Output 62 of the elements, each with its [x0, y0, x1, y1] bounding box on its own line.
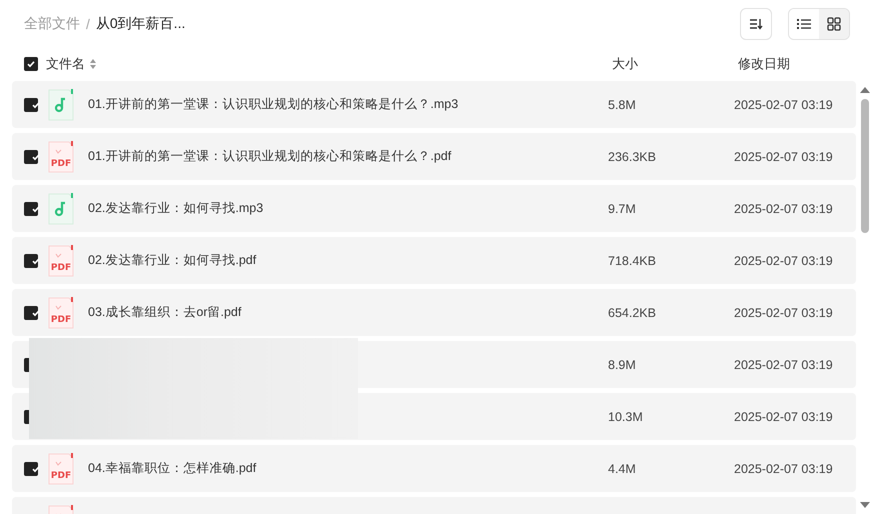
audio-file-icon [48, 88, 74, 120]
column-header: 文件名 [46, 55, 85, 73]
modified-date: 2025-02-07 03:19 [734, 306, 833, 320]
file-size: 8.9M [608, 358, 636, 372]
scroll-down-icon[interactable] [860, 502, 870, 508]
modified-date: 2025-02-07 03:19 [734, 462, 833, 476]
file-row[interactable]: 02.发达靠行业：如何寻找.mp3 9.7M 2025-02-07 03:19 [12, 185, 856, 232]
scrollbar-thumb[interactable] [861, 99, 869, 233]
modified-date: 2025-02-07 03:19 [734, 358, 833, 372]
grid-view-icon [827, 17, 841, 31]
grid-view-button[interactable] [819, 9, 849, 39]
check-icon [31, 256, 41, 266]
pdf-label: PDF [50, 262, 72, 272]
checkbox[interactable] [24, 202, 38, 216]
modified-date: 2025-02-07 03:19 [734, 150, 833, 164]
checkbox[interactable] [24, 462, 38, 476]
pdf-label: PDF [50, 314, 72, 324]
checkbox[interactable] [24, 57, 38, 71]
file-name: 01.开讲前的第一堂课：认识职业规划的核心和策略是什么？.mp3 [88, 96, 458, 113]
file-row[interactable]: PDF 04.幸福靠职位：怎样准确.pdf 4.4M 2025-02-07 03:19 [12, 445, 856, 492]
modified-date: 2025-02-07 03:19 [734, 202, 833, 216]
file-size: 9.7M [608, 202, 636, 216]
check-icon [31, 100, 41, 110]
sort-button[interactable] [740, 8, 772, 40]
file-name: 02.发达靠行业：如何寻找.pdf [88, 252, 256, 269]
file-name: 04.幸福靠职位：怎样准确.pdf [88, 460, 256, 477]
file-name: 01.开讲前的第一堂课：认识职业规划的核心和策略是什么？.pdf [88, 148, 452, 165]
file-name: 02.发达靠行业：如何寻找.mp3 [88, 200, 264, 217]
scroll-up-icon[interactable] [860, 87, 870, 93]
check-icon [26, 59, 36, 69]
file-name: 03.成长靠组织：去or留.pdf [88, 304, 242, 321]
modified-date: 2025-02-07 03:19 [734, 98, 833, 112]
file-size: 10.3M [608, 410, 643, 424]
column-header: 修改日期 [738, 55, 790, 73]
checkbox[interactable] [24, 98, 38, 112]
check-icon [31, 204, 41, 214]
file-size: 4.4M [608, 462, 636, 476]
pdf-label: PDF [50, 158, 72, 168]
pdf-label: PDF [50, 470, 72, 480]
list-view-icon [797, 18, 811, 30]
checkbox[interactable] [24, 306, 38, 320]
file-row[interactable]: 01.开讲前的第一堂课：认识职业规划的核心和策略是什么？.mp3 5.8M 2025-02-07 03:19 [12, 81, 856, 128]
sort-icon [749, 18, 763, 30]
file-size: 718.4KB [608, 254, 656, 268]
column-header: 大小 [612, 55, 638, 73]
check-icon [31, 464, 41, 474]
file-row[interactable]: PDF 03.成长靠组织：去or留.pdf 654.2KB 2025-02-07 03:19 [12, 289, 856, 336]
file-size: 654.2KB [608, 306, 656, 320]
checkbox[interactable] [24, 150, 38, 164]
check-icon [31, 308, 41, 318]
file-row[interactable]: PDF 01.开讲前的第一堂课：认识职业规划的核心和策略是什么？.pdf 236.3KB 2025-02-07 03:19 [12, 133, 856, 180]
breadcrumb-separator: / [86, 16, 90, 32]
check-icon [31, 152, 41, 162]
file-row[interactable]: PDF 02.发达靠行业：如何寻找.pdf 718.4KB 2025-02-07 03:19 [12, 237, 856, 284]
audio-file-icon [48, 192, 74, 224]
modified-date: 2025-02-07 03:19 [734, 410, 833, 424]
file-size: 236.3KB [608, 150, 656, 164]
modified-date: 2025-02-07 03:19 [734, 254, 833, 268]
sort-arrows-icon[interactable] [89, 58, 97, 70]
checkbox[interactable] [24, 254, 38, 268]
current-folder: 从0到年薪百... [96, 15, 186, 33]
file-size: 5.8M [608, 98, 636, 112]
